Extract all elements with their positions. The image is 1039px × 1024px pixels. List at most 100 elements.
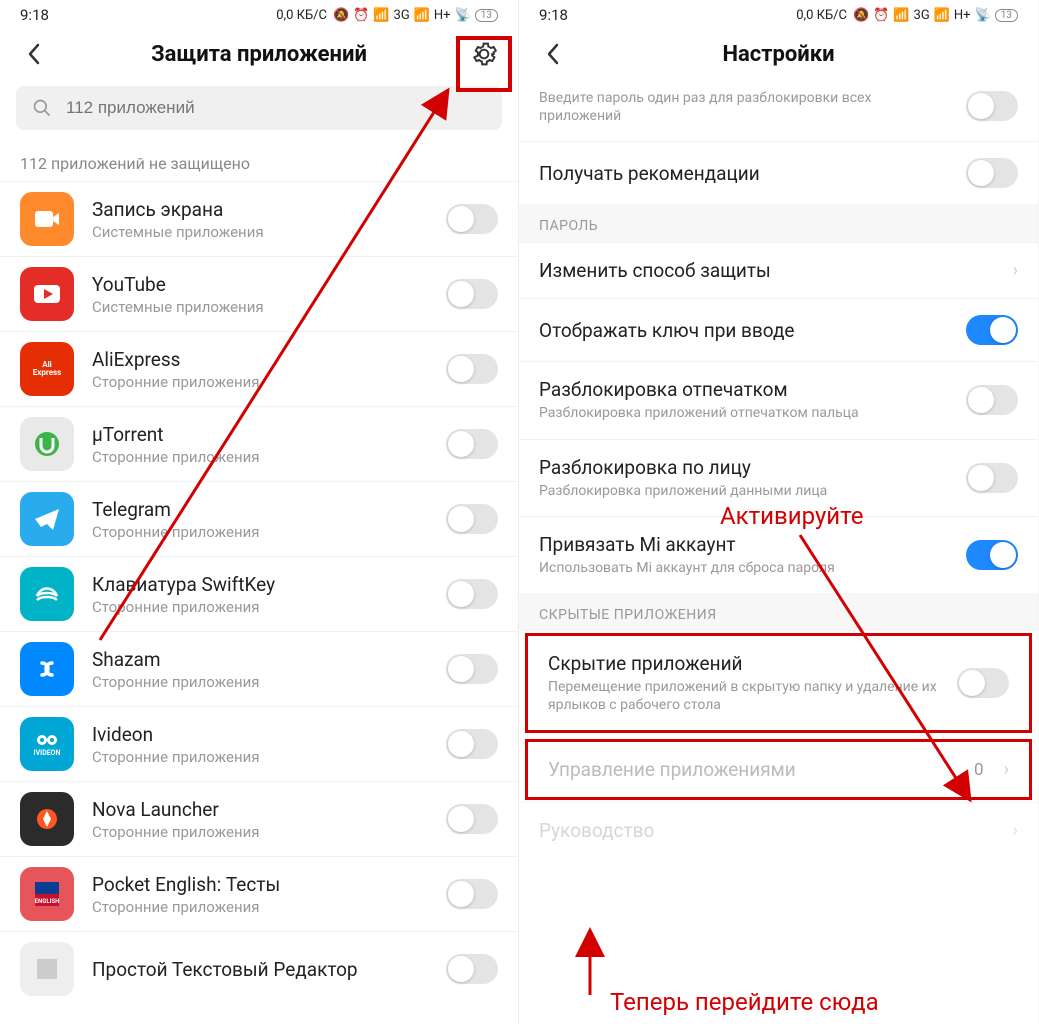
status-right: 0,0 КБ/С 🔕 ⏰ 📶 3G 📶 H+ 📡 13 <box>276 8 498 23</box>
app-row[interactable]: Простой Текстовый Редактор <box>0 931 518 1006</box>
app-name: Клавиатура SwiftKey <box>92 573 428 596</box>
setting-sub: Разблокировка приложений данными лица <box>539 482 952 500</box>
app-toggle[interactable] <box>446 279 498 309</box>
app-toggle[interactable] <box>446 504 498 534</box>
app-row[interactable]: Клавиатура SwiftKey Сторонние приложения <box>0 556 518 631</box>
app-icon-pocket: ENGLISH <box>20 867 74 921</box>
page-title-right: Настройки <box>567 42 990 67</box>
section-password: ПАРОЛЬ <box>519 204 1038 242</box>
net-hplus: H+ <box>954 8 971 23</box>
app-row[interactable]: YouTube Системные приложения <box>0 256 518 331</box>
setting-change-method[interactable]: Изменить способ защиты › <box>519 242 1038 298</box>
app-icon-utorrent <box>20 417 74 471</box>
app-toggle[interactable] <box>446 804 498 834</box>
app-toggle[interactable] <box>446 879 498 909</box>
app-row[interactable]: Shazam Сторонние приложения <box>0 631 518 706</box>
app-icon-swiftkey <box>20 567 74 621</box>
status-time: 9:18 <box>539 6 568 24</box>
status-speed: 0,0 КБ/С <box>276 8 327 23</box>
chevron-right-icon: › <box>1013 260 1018 281</box>
setting-face[interactable]: Разблокировка по лицу Разблокировка прил… <box>519 439 1038 516</box>
toggle[interactable] <box>966 540 1018 570</box>
back-button[interactable] <box>539 40 567 68</box>
app-toggle[interactable] <box>446 954 498 984</box>
app-sub: Сторонние приложения <box>92 823 428 841</box>
app-text: Telegram Сторонние приложения <box>92 498 428 541</box>
setting-value: 0 <box>974 760 984 780</box>
toggle[interactable] <box>966 91 1018 121</box>
app-row[interactable]: μTorrent Сторонние приложения <box>0 406 518 481</box>
back-button[interactable] <box>20 40 48 68</box>
toggle[interactable] <box>957 668 1009 698</box>
header-right: Настройки <box>519 30 1038 86</box>
net-3g: 3G <box>914 8 930 23</box>
net-3g: 3G <box>394 8 410 23</box>
app-toggle[interactable] <box>446 654 498 684</box>
setting-sub: Перемещение приложений в скрытую папку и… <box>548 678 943 714</box>
app-name: YouTube <box>92 273 428 296</box>
setting-group-unlock[interactable]: Введите пароль один раз для разблокировк… <box>519 86 1038 141</box>
app-text: Простой Текстовый Редактор <box>92 958 428 981</box>
search-bar[interactable] <box>16 86 502 130</box>
app-text: Запись экрана Системные приложения <box>92 198 428 241</box>
app-toggle[interactable] <box>446 729 498 759</box>
setting-title: Управление приложениями <box>548 758 960 781</box>
setting-guide[interactable]: Руководство › <box>519 802 1038 858</box>
toggle[interactable] <box>966 385 1018 415</box>
app-row[interactable]: AliExpress AliExpress Сторонние приложен… <box>0 331 518 406</box>
app-toggle[interactable] <box>446 579 498 609</box>
toggle[interactable] <box>966 463 1018 493</box>
chevron-right-icon: › <box>1004 759 1009 780</box>
signal-icon: 📶 <box>373 8 389 23</box>
svg-text:IVIDEON: IVIDEON <box>34 749 61 757</box>
app-name: Nova Launcher <box>92 798 428 821</box>
setting-recommendations[interactable]: Получать рекомендации <box>519 141 1038 204</box>
app-row[interactable]: ENGLISH Pocket English: Тесты Сторонние … <box>0 856 518 931</box>
search-input[interactable] <box>66 98 486 118</box>
app-sub: Системные приложения <box>92 223 428 241</box>
header-left: Защита приложений <box>0 30 518 86</box>
app-sub: Сторонние приложения <box>92 673 428 691</box>
toggle[interactable] <box>966 158 1018 188</box>
setting-title: Руководство <box>539 819 999 842</box>
app-toggle[interactable] <box>446 429 498 459</box>
app-sub: Сторонние приложения <box>92 448 428 466</box>
app-sub: Сторонние приложения <box>92 748 428 766</box>
wifi-icon: 📡 <box>975 8 991 23</box>
app-row[interactable]: Запись экрана Системные приложения <box>0 181 518 256</box>
status-right: 0,0 КБ/С 🔕 ⏰ 📶 3G 📶 H+ 📡 13 <box>796 8 1018 23</box>
mute-icon: 🔕 <box>853 8 869 23</box>
app-text: Pocket English: Тесты Сторонние приложен… <box>92 873 428 916</box>
status-bar: 9:18 0,0 КБ/С 🔕 ⏰ 📶 3G 📶 H+ 📡 13 <box>0 0 518 30</box>
app-row[interactable]: Telegram Сторонние приложения <box>0 481 518 556</box>
app-row[interactable]: IVIDEON Ivideon Сторонние приложения <box>0 706 518 781</box>
setting-sub: Введите пароль один раз для разблокировк… <box>539 89 952 125</box>
setting-mi-account[interactable]: Привязать Mi аккаунт Использовать Mi акк… <box>519 516 1038 593</box>
alarm-icon: ⏰ <box>353 8 369 23</box>
app-sub: Сторонние приложения <box>92 898 428 916</box>
app-icon-nova <box>20 792 74 846</box>
setting-fingerprint[interactable]: Разблокировка отпечатком Разблокировка п… <box>519 361 1038 438</box>
section-hidden: СКРЫТЫЕ ПРИЛОЖЕНИЯ <box>519 593 1038 631</box>
setting-manage-apps[interactable]: Управление приложениями 0 › <box>525 739 1032 800</box>
app-icon-ivideon: IVIDEON <box>20 717 74 771</box>
app-text: μTorrent Сторонние приложения <box>92 423 428 466</box>
setting-title: Привязать Mi аккаунт <box>539 533 952 556</box>
app-sub: Сторонние приложения <box>92 523 428 541</box>
app-name: Запись экрана <box>92 198 428 221</box>
svg-text:ENGLISH: ENGLISH <box>35 898 60 905</box>
setting-hide-apps[interactable]: Скрытие приложений Перемещение приложени… <box>525 633 1032 733</box>
app-text: AliExpress Сторонние приложения <box>92 348 428 391</box>
battery-icon: 13 <box>475 9 498 22</box>
search-icon <box>32 98 52 118</box>
app-text: Клавиатура SwiftKey Сторонние приложения <box>92 573 428 616</box>
mute-icon: 🔕 <box>333 8 349 23</box>
app-toggle[interactable] <box>446 354 498 384</box>
setting-show-key[interactable]: Отображать ключ при вводе <box>519 298 1038 361</box>
app-icon-shazam <box>20 642 74 696</box>
app-sub: Сторонние приложения <box>92 598 428 616</box>
app-toggle[interactable] <box>446 204 498 234</box>
setting-sub: Разблокировка приложений отпечатком паль… <box>539 404 952 422</box>
toggle[interactable] <box>966 315 1018 345</box>
app-row[interactable]: Nova Launcher Сторонние приложения <box>0 781 518 856</box>
